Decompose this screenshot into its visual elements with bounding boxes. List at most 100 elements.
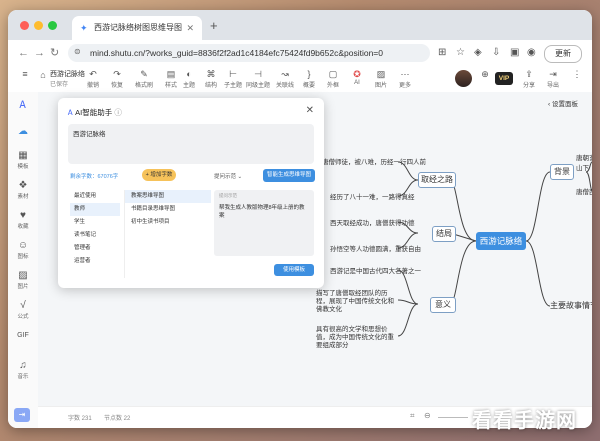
zoom-out-icon[interactable]: ⊖ (424, 411, 431, 420)
extension-icon[interactable]: ◈ (474, 47, 482, 59)
toolbar-undo[interactable]: ↶ 撤销 (82, 69, 104, 89)
back-icon[interactable]: ← (18, 46, 29, 60)
bookmark-star-icon[interactable]: ☆ (456, 47, 465, 59)
rail-ai-assistant[interactable]: Ꭺ (10, 100, 36, 112)
generate-mindmap-button[interactable]: 智能生成思维导图 (263, 169, 315, 182)
leaf-node[interactable]: 孙悟空等人功德圆满，重获自由 (330, 243, 421, 253)
template-preview: 提问示范 帮我生成人教版物理8年级上册的教案 (214, 190, 314, 256)
branch-node[interactable]: 背景 (550, 164, 574, 180)
leaf-node[interactable]: 具有很高的文学和思想价值，成为中国传统文化的重要组成部分 (316, 326, 398, 350)
toolbar-share[interactable]: ⇪ 分享 (518, 69, 540, 89)
fit-view-icon[interactable]: ⌗ (410, 411, 415, 421)
formula-icon: √ (20, 300, 26, 311)
toolbar-export[interactable]: ⇥ 导出 (542, 69, 564, 89)
preview-label: 提问示范 (219, 193, 237, 198)
use-template-button[interactable]: 使用模板 (274, 264, 314, 276)
toolbar-format-painter[interactable]: ✎ 格式刷 (130, 69, 158, 89)
toolbar-overflow[interactable]: ⋮ (566, 69, 588, 80)
leaf-node[interactable]: 描写了唐僧取经团队的历程，展现了中国传统文化和佛教文化 (316, 290, 398, 314)
category-item[interactable]: 最近使用 (70, 190, 120, 203)
ai-assistant-dialog: Ꭺ AI智能助手 ⓘ ✕ 西游记脉络 剩余字数：67076字 + 增加字数 提问… (58, 98, 324, 288)
toolbar-image[interactable]: ▨ 图片 (370, 69, 392, 89)
category-item[interactable]: 学生 (70, 216, 120, 229)
rail-music[interactable]: ♫ 音乐 (10, 360, 36, 380)
download-icon[interactable]: ⇩ (492, 47, 500, 59)
toolbar-summary[interactable]: } 概要 (298, 69, 320, 89)
rail-material[interactable]: ❖ 素材 (10, 180, 36, 200)
toolbar-sibling-node[interactable]: ⊣ 同级主题 (244, 69, 272, 89)
central-topic[interactable]: 西游记脉络 (476, 232, 526, 250)
browser-tab[interactable]: ✦ 西游记脉络树图思维导图 - 树图官网 ✕ (72, 16, 202, 40)
zoom-slider[interactable] (438, 417, 468, 418)
branch-node[interactable]: 结局 (432, 226, 456, 242)
tab-title: 西游记脉络树图思维导图 - 树图官网 (94, 23, 182, 32)
toolbar-relation[interactable]: ↝ 关联线 (274, 69, 296, 89)
update-button[interactable]: 更新 (544, 45, 582, 63)
leaf-node[interactable]: 西天取经成功，唐僧获得功德 (330, 217, 415, 227)
prompt-example-dropdown[interactable]: 提问示范 ⌄ (214, 172, 242, 180)
leaf-node[interactable]: 唐僧西天 (576, 186, 592, 196)
category-item[interactable]: 读书笔记 (70, 229, 120, 242)
rail-cloud[interactable]: ☁ (10, 126, 36, 138)
leaf-node[interactable]: 经历了八十一难，一路得真经 (330, 191, 415, 201)
toolbar-outline[interactable]: ▢ 外框 (322, 69, 344, 89)
watermark-logo: 看看手游网 (472, 410, 577, 432)
profile-icon[interactable]: ◉ (527, 47, 536, 59)
leaf-node[interactable]: 西游记是中国古代四大名著之一 (330, 265, 421, 275)
toolbar-more[interactable]: ⋯ 更多 (394, 69, 416, 89)
doc-title[interactable]: 西游记脉络 (50, 69, 85, 79)
template-item[interactable]: 初中生读书项目 (125, 216, 211, 229)
branch-node[interactable]: 主要故事情节 (550, 299, 592, 313)
rail-like[interactable]: ♥ 收藏 (10, 210, 36, 230)
preview-text: 帮我生成人教版物理8年级上册的教案 (219, 205, 305, 219)
collaborate-icon[interactable]: ⊕ (474, 69, 496, 80)
ai-dialog-title: Ꭺ AI智能助手 ⓘ (68, 108, 122, 117)
leaf-node[interactable]: 唐朝玄奘 (576, 152, 592, 162)
toolbar-theme[interactable]: ◐ 主题 (178, 69, 200, 89)
category-item[interactable]: 运营者 (70, 255, 120, 268)
translate-icon[interactable]: ⊞ (438, 47, 446, 59)
info-icon[interactable]: ⓘ (114, 108, 122, 117)
rail-icon-library[interactable]: ☺ 图标 (10, 240, 36, 260)
rail-image[interactable]: ▨ 图片 (10, 270, 36, 290)
toolbar-child-node[interactable]: ⊢ 子主题 (222, 69, 244, 89)
template-item[interactable]: 书籍目录思维导图 (125, 203, 211, 216)
new-tab-button[interactable]: + (210, 16, 218, 36)
close-window-button[interactable] (20, 21, 29, 30)
music-icon: ♫ (19, 360, 27, 371)
tab-close-icon[interactable]: ✕ (186, 16, 194, 40)
node-count: 节点数 22 (104, 416, 131, 422)
tab-bar: ✦ 西游记脉络树图思维导图 - 树图官网 ✕ + (8, 10, 592, 40)
category-item[interactable]: 管理者 (70, 242, 120, 255)
maximize-window-button[interactable] (48, 21, 57, 30)
template-item-selected[interactable]: 教案思维导图 (125, 190, 211, 203)
branch-node[interactable]: 意义 (430, 297, 456, 313)
vip-badge[interactable]: VIP (495, 72, 513, 85)
toolbar-structure[interactable]: ⌘ 结构 (200, 69, 222, 89)
branch-node[interactable]: 取经之路 (418, 172, 456, 188)
rail-expand-button[interactable]: ⇥ (14, 408, 30, 422)
reload-icon[interactable]: ↻ (50, 46, 59, 60)
settings-panel-toggle[interactable]: ‹ 设置面板 (548, 98, 592, 112)
ai-prompt-input[interactable]: 西游记脉络 (68, 124, 314, 164)
leaf-node[interactable]: 山下 (576, 162, 589, 172)
sidebar-icon[interactable]: ▣ (510, 47, 519, 59)
add-quota-button[interactable]: + 增加字数 (142, 169, 176, 181)
rail-gif[interactable]: GIF (10, 330, 36, 342)
address-input[interactable]: ⊜ mind.shutu.cn/?works_guid=8836f2f2ad1c… (68, 44, 430, 62)
user-avatar[interactable] (455, 70, 472, 87)
cloud-icon: ☁ (18, 126, 28, 137)
toolbar-redo[interactable]: ↷ 恢复 (106, 69, 128, 89)
minimize-window-button[interactable] (34, 21, 43, 30)
leaf-node[interactable]: 唐僧师徒，被八难，历经一行四人前 (322, 156, 426, 166)
close-dialog-icon[interactable]: ✕ (306, 105, 314, 116)
toolbar-ai[interactable]: ✪ AI (346, 69, 368, 86)
chevron-down-icon: ⌄ (237, 174, 243, 180)
template-list: 教案思维导图 书籍目录思维导图 初中生读书项目 (124, 190, 211, 278)
rail-template[interactable]: ▦ 模板 (10, 150, 36, 170)
left-tool-rail: Ꭺ ☁ ▦ 模板 ❖ 素材 ♥ 收藏 ☺ 图标 ▨ 图片 √ 公式 GIF ♫ 音乐 ⇥ (8, 92, 39, 428)
category-item-selected[interactable]: 教师 (70, 203, 120, 216)
rail-formula[interactable]: √ 公式 (10, 300, 36, 320)
site-info-icon[interactable]: ⊜ (74, 47, 81, 56)
forward-icon[interactable]: → (34, 46, 45, 60)
